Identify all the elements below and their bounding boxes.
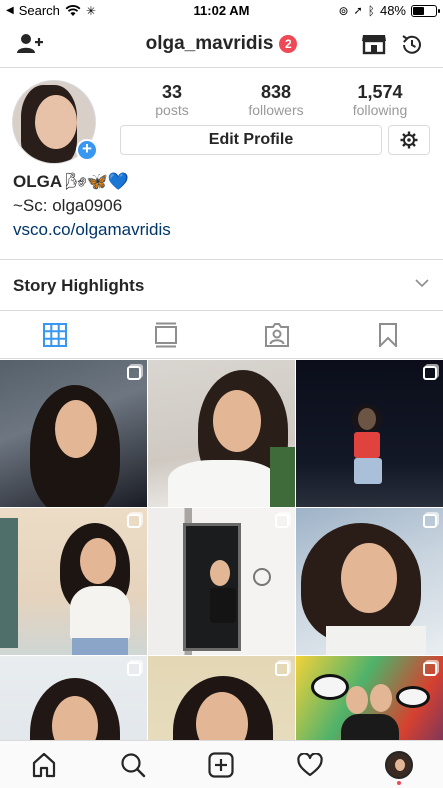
chevron-down-icon[interactable]: [415, 278, 429, 288]
followers-stat[interactable]: 838 followers: [226, 82, 326, 118]
profile-header-bar: olga_mavridis 2: [0, 22, 443, 68]
tab-saved[interactable]: [332, 312, 443, 358]
story-highlights-section[interactable]: Story Highlights: [0, 259, 443, 311]
multiple-photos-icon: [275, 662, 289, 676]
notification-badge[interactable]: 2: [279, 35, 298, 53]
followers-count: 838: [260, 82, 292, 102]
grid-photo[interactable]: [148, 508, 295, 655]
profile-view-tabs: [0, 312, 443, 359]
search-icon: [121, 752, 146, 777]
grid-icon: [43, 323, 68, 347]
battery-percent: 48%: [379, 3, 406, 18]
multiple-photos-icon: [423, 366, 437, 380]
followers-label: followers: [248, 102, 304, 118]
gear-icon: [400, 131, 418, 149]
shop-icon[interactable]: [361, 32, 387, 61]
status-bar: ◀ Search ✳ 11:02 AM ⊚ ➚ ᛒ 48%: [0, 0, 443, 22]
tab-home[interactable]: [0, 741, 89, 788]
bluetooth-icon: ᛒ: [367, 3, 375, 18]
edit-profile-button[interactable]: Edit Profile: [120, 125, 382, 155]
multiple-photos-icon: [127, 366, 141, 380]
tab-tagged[interactable]: [222, 312, 333, 358]
new-post-icon: [208, 751, 235, 778]
bottom-tab-bar: [0, 740, 443, 788]
grid-photo[interactable]: [296, 508, 443, 655]
multiple-photos-icon: [275, 514, 289, 528]
grid-photo[interactable]: [0, 360, 147, 507]
profile-tab-avatar: [384, 750, 413, 779]
profile-name: OLGA: [13, 172, 63, 191]
grid-photo[interactable]: [148, 656, 295, 740]
heart-icon: [297, 752, 323, 776]
feed-icon: [155, 322, 178, 348]
notification-dot: [396, 781, 401, 785]
posts-count: 33: [161, 82, 183, 102]
profile-username[interactable]: olga_mavridis: [146, 33, 274, 55]
tab-search[interactable]: [89, 741, 178, 788]
archive-icon[interactable]: [399, 32, 425, 63]
following-count: 1,574: [357, 82, 403, 102]
photo-grid: [0, 360, 443, 740]
multiple-photos-icon: [423, 662, 437, 676]
bookmark-icon: [378, 323, 397, 347]
following-stat[interactable]: 1,574 following: [330, 82, 430, 118]
battery-icon: [411, 4, 440, 17]
multiple-photos-icon: [127, 514, 141, 528]
grid-photo[interactable]: [296, 656, 443, 740]
profile-bio: OLGA 🌬🦋💙 ~Sc: olga0906 vsco.co/olgamavri…: [13, 170, 433, 242]
grid-photo[interactable]: [148, 360, 295, 507]
story-highlights-label: Story Highlights: [13, 276, 145, 295]
add-story-icon[interactable]: +: [76, 139, 98, 161]
profile-stats: 33 posts 838 followers 1,574 following: [120, 82, 432, 118]
grid-photo[interactable]: [0, 508, 147, 655]
bio-text: ~Sc: olga0906: [13, 196, 123, 215]
tab-feed[interactable]: [111, 312, 222, 358]
tab-grid[interactable]: [0, 312, 111, 358]
multiple-photos-icon: [423, 514, 437, 528]
posts-stat[interactable]: 33 posts: [122, 82, 222, 118]
grid-photo[interactable]: [0, 656, 147, 740]
tab-profile[interactable]: [354, 741, 443, 788]
settings-button[interactable]: [388, 125, 430, 155]
multiple-photos-icon: [127, 662, 141, 676]
tagged-icon: [264, 323, 289, 347]
profile-name-row: OLGA 🌬🦋💙: [13, 170, 433, 194]
posts-label: posts: [155, 102, 189, 118]
following-label: following: [352, 102, 408, 118]
tab-activity[interactable]: [266, 741, 355, 788]
home-icon: [33, 752, 56, 777]
grid-photo[interactable]: [296, 360, 443, 507]
name-emojis: 🌬🦋💙: [65, 172, 130, 191]
website-link[interactable]: vsco.co/olgamavridis: [13, 218, 433, 242]
orientation-lock-icon: ⊚: [338, 3, 349, 18]
tab-new-post[interactable]: [177, 741, 266, 788]
location-icon: ➚: [353, 5, 363, 17]
